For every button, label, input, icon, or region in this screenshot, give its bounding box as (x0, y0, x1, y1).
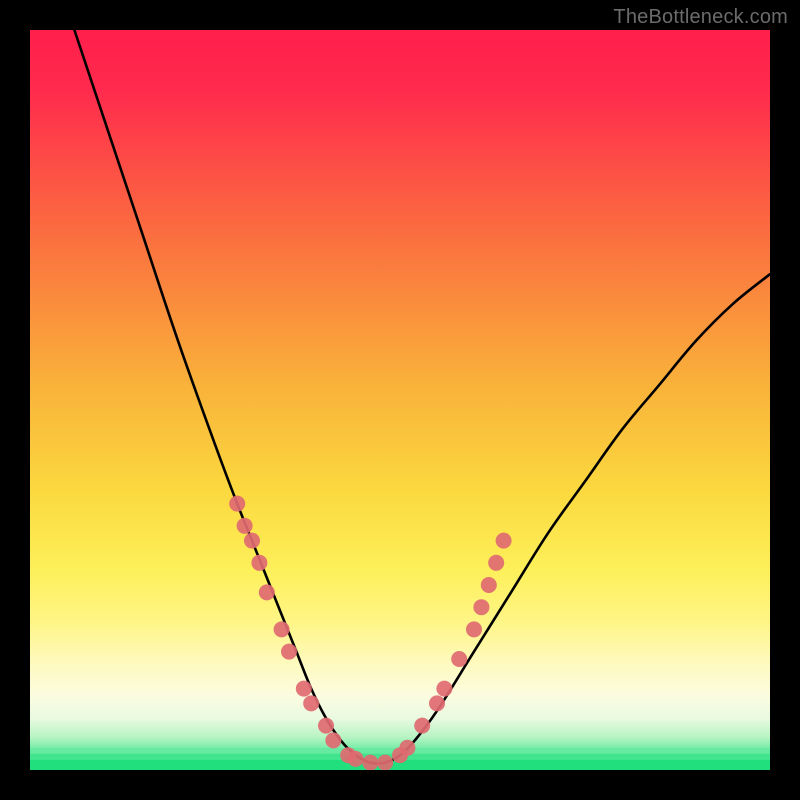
marker-dot (436, 681, 452, 697)
marker-dot (429, 695, 445, 711)
marker-dot (296, 681, 312, 697)
marker-dot (259, 584, 275, 600)
chart-stage: TheBottleneck.com (0, 0, 800, 800)
curve-layer (30, 30, 770, 770)
marker-dot (229, 496, 245, 512)
highlight-markers (229, 496, 511, 770)
marker-dot (318, 718, 334, 734)
marker-dot (488, 555, 504, 571)
marker-dot (399, 740, 415, 756)
marker-dot (362, 755, 378, 770)
marker-dot (251, 555, 267, 571)
marker-dot (237, 518, 253, 534)
marker-dot (244, 533, 260, 549)
bottleneck-curve-path (74, 30, 770, 764)
marker-dot (414, 718, 430, 734)
marker-dot (451, 651, 467, 667)
marker-dot (481, 577, 497, 593)
marker-dot (325, 732, 341, 748)
marker-dot (303, 695, 319, 711)
watermark-text: TheBottleneck.com (613, 6, 788, 29)
marker-dot (496, 533, 512, 549)
marker-dot (466, 621, 482, 637)
marker-dot (348, 751, 364, 767)
marker-dot (281, 644, 297, 660)
bottleneck-curve (74, 30, 770, 764)
marker-dot (473, 599, 489, 615)
marker-dot (377, 755, 393, 770)
marker-dot (274, 621, 290, 637)
plot-area (30, 30, 770, 770)
